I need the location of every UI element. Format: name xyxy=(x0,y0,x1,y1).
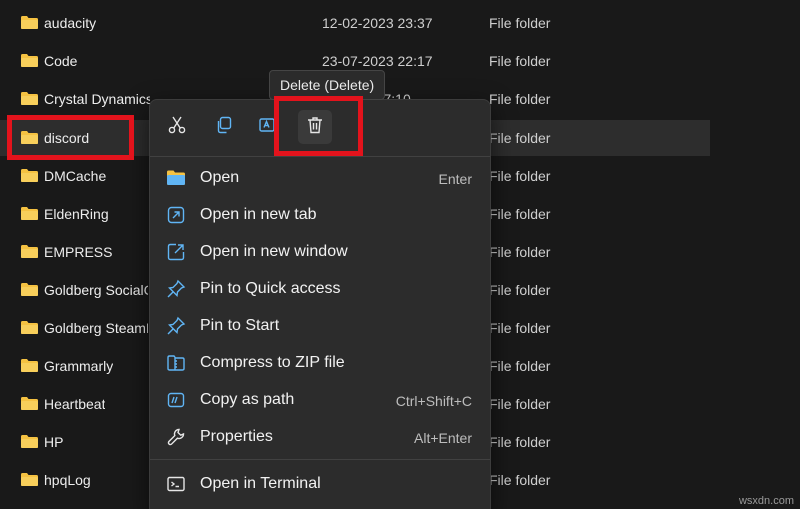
file-type: File folder xyxy=(489,91,551,107)
file-name: EldenRing xyxy=(44,206,109,222)
menu-item-open-new-window[interactable]: Open in new window xyxy=(150,234,490,270)
highlight-box-delete xyxy=(274,96,363,156)
file-name: Crystal Dynamics xyxy=(44,91,150,107)
file-name: Code xyxy=(44,53,78,69)
pin-icon xyxy=(166,279,186,299)
context-menu: Open Enter Open in new tab Open in new w… xyxy=(149,99,491,509)
folder-icon xyxy=(21,359,38,372)
file-type: File folder xyxy=(489,282,551,298)
file-type: File folder xyxy=(489,396,551,412)
folder-icon xyxy=(166,168,186,188)
menu-item-properties[interactable]: Properties Alt+Enter xyxy=(150,419,490,455)
menu-item-label: Properties xyxy=(200,428,273,445)
folder-icon xyxy=(21,16,38,29)
menu-item-label: Pin to Start xyxy=(200,317,280,334)
file-type: File folder xyxy=(489,130,551,146)
file-row[interactable]: audacity 12-02-2023 23:37 File folder xyxy=(0,5,710,41)
folder-icon xyxy=(21,397,38,410)
menu-item-open[interactable]: Open Enter xyxy=(150,160,490,196)
file-explorer-view: audacity 12-02-2023 23:37 File folder Co… xyxy=(0,0,800,509)
menu-item-label: Copy as path xyxy=(200,391,295,408)
file-name: audacity xyxy=(44,15,97,31)
file-type: File folder xyxy=(489,244,551,260)
folder-icon xyxy=(21,321,38,334)
copy-button[interactable] xyxy=(207,110,241,144)
folder-icon xyxy=(21,54,38,67)
folder-icon xyxy=(21,169,38,182)
menu-item-copy-as-path[interactable]: Copy as path Ctrl+Shift+C xyxy=(150,382,490,418)
watermark: wsxdn.com xyxy=(738,495,794,507)
file-name: HP xyxy=(44,434,64,450)
file-name: DMCache xyxy=(44,168,107,184)
new-window-icon xyxy=(166,242,186,262)
file-type: File folder xyxy=(489,53,551,69)
terminal-icon xyxy=(166,474,186,494)
wrench-icon xyxy=(166,427,186,447)
folder-icon xyxy=(21,245,38,258)
cut-button[interactable] xyxy=(160,110,194,144)
file-name: Heartbeat xyxy=(44,396,106,412)
file-type: File folder xyxy=(489,434,551,450)
file-type: File folder xyxy=(489,168,551,184)
file-name: Goldberg SocialC xyxy=(44,282,148,298)
folder-icon xyxy=(21,207,38,220)
menu-item-shortcut: Ctrl+Shift+C xyxy=(395,393,472,409)
menu-item-compress-zip[interactable]: Compress to ZIP file xyxy=(150,345,490,381)
zip-icon xyxy=(166,353,186,373)
copy-icon xyxy=(214,115,234,140)
menu-divider xyxy=(150,156,490,157)
file-date: 12-02-2023 23:37 xyxy=(322,15,433,31)
folder-icon xyxy=(21,283,38,296)
menu-item-pin-quick-access[interactable]: Pin to Quick access xyxy=(150,271,490,307)
menu-divider xyxy=(150,459,490,460)
new-tab-icon xyxy=(166,205,186,225)
highlight-box-discord xyxy=(7,115,134,160)
menu-item-label: Pin to Quick access xyxy=(200,280,341,297)
menu-item-open-terminal[interactable]: Open in Terminal xyxy=(150,466,490,502)
menu-item-shortcut: Alt+Enter xyxy=(414,430,472,446)
menu-item-open-new-tab[interactable]: Open in new tab xyxy=(150,197,490,233)
menu-item-label: Open xyxy=(200,169,240,186)
file-name: Grammarly xyxy=(44,358,114,374)
copy-path-icon xyxy=(166,390,186,410)
pin-icon xyxy=(166,316,186,336)
file-name: hpqLog xyxy=(44,472,91,488)
file-type: File folder xyxy=(489,320,551,336)
menu-item-label: Open in new window xyxy=(200,243,348,260)
folder-icon xyxy=(21,92,38,105)
file-type: File folder xyxy=(489,472,551,488)
menu-item-shortcut: Enter xyxy=(438,171,472,187)
file-date: 23-07-2023 22:17 xyxy=(322,53,433,69)
file-name: Goldberg SteamE xyxy=(44,320,148,336)
folder-icon xyxy=(21,435,38,448)
menu-item-label: Open in Terminal xyxy=(200,475,321,492)
menu-item-pin-start[interactable]: Pin to Start xyxy=(150,308,490,344)
folder-icon xyxy=(21,473,38,486)
file-type: File folder xyxy=(489,15,551,31)
menu-item-label: Compress to ZIP file xyxy=(200,354,345,371)
scissors-icon xyxy=(167,115,187,140)
file-type: File folder xyxy=(489,206,551,222)
menu-item-label: Open in new tab xyxy=(200,206,317,223)
file-name: EMPRESS xyxy=(44,244,113,260)
file-type: File folder xyxy=(489,358,551,374)
